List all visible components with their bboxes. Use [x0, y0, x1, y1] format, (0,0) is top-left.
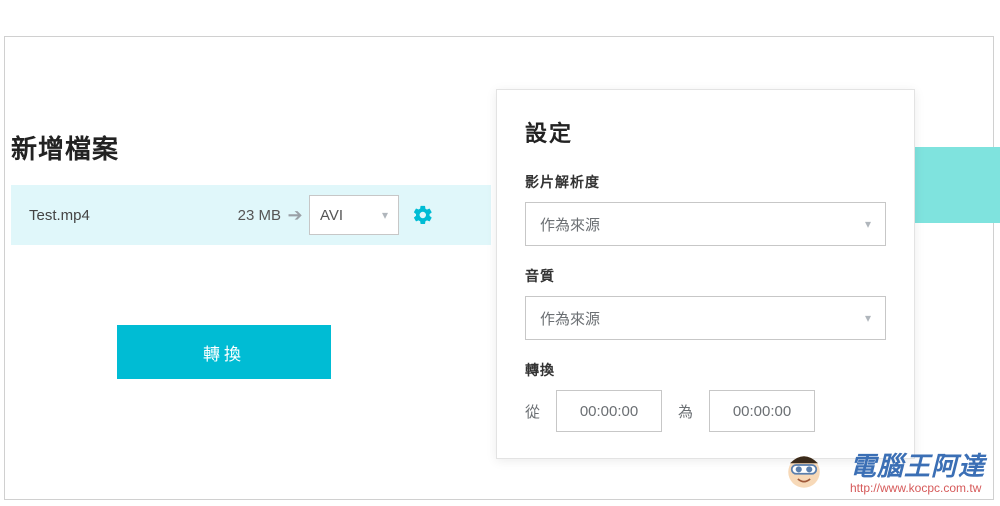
video-resolution-label: 影片解析度: [525, 172, 886, 192]
file-row: Test.mp4 23 MB ➔ AVI ▾: [11, 185, 491, 245]
settings-panel: 設定 影片解析度 作為來源 ▾ 音質 作為來源 ▾ 轉換 從 為: [496, 89, 915, 459]
file-size: 23 MB: [219, 207, 281, 224]
convert-button[interactable]: 轉換: [117, 325, 331, 379]
audio-quality-select[interactable]: 作為來源 ▾: [525, 296, 886, 340]
gear-icon[interactable]: [412, 204, 434, 226]
audio-quality-group: 音質 作為來源 ▾: [525, 266, 886, 340]
format-select-value: AVI: [320, 207, 343, 224]
chevron-down-icon: ▾: [865, 217, 871, 231]
trim-from-input[interactable]: [556, 390, 662, 432]
trim-from-label: 從: [525, 401, 540, 422]
audio-quality-label: 音質: [525, 266, 886, 286]
chevron-down-icon: ▾: [865, 311, 871, 325]
settings-title: 設定: [525, 116, 886, 148]
watermark-avatar-icon: [783, 451, 825, 493]
trim-group: 轉換 從 為: [525, 360, 886, 432]
chevron-down-icon: ▾: [382, 208, 388, 222]
trim-to-label: 為: [678, 401, 693, 422]
video-resolution-group: 影片解析度 作為來源 ▾: [525, 172, 886, 246]
file-name: Test.mp4: [29, 207, 219, 224]
trim-label: 轉換: [525, 360, 886, 380]
background-accent-strip: [910, 147, 1000, 223]
page-title: 新增檔案: [11, 129, 119, 166]
audio-quality-value: 作為來源: [540, 308, 600, 329]
trim-to-input[interactable]: [709, 390, 815, 432]
format-select[interactable]: AVI ▾: [309, 195, 399, 235]
app-window: 新增檔案 Test.mp4 23 MB ➔ AVI ▾ 轉換 設定 影片解析度 …: [4, 36, 994, 500]
arrow-right-icon: ➔: [281, 205, 309, 226]
video-resolution-select[interactable]: 作為來源 ▾: [525, 202, 886, 246]
video-resolution-value: 作為來源: [540, 214, 600, 235]
watermark-url: http://www.kocpc.com.tw: [850, 481, 985, 495]
